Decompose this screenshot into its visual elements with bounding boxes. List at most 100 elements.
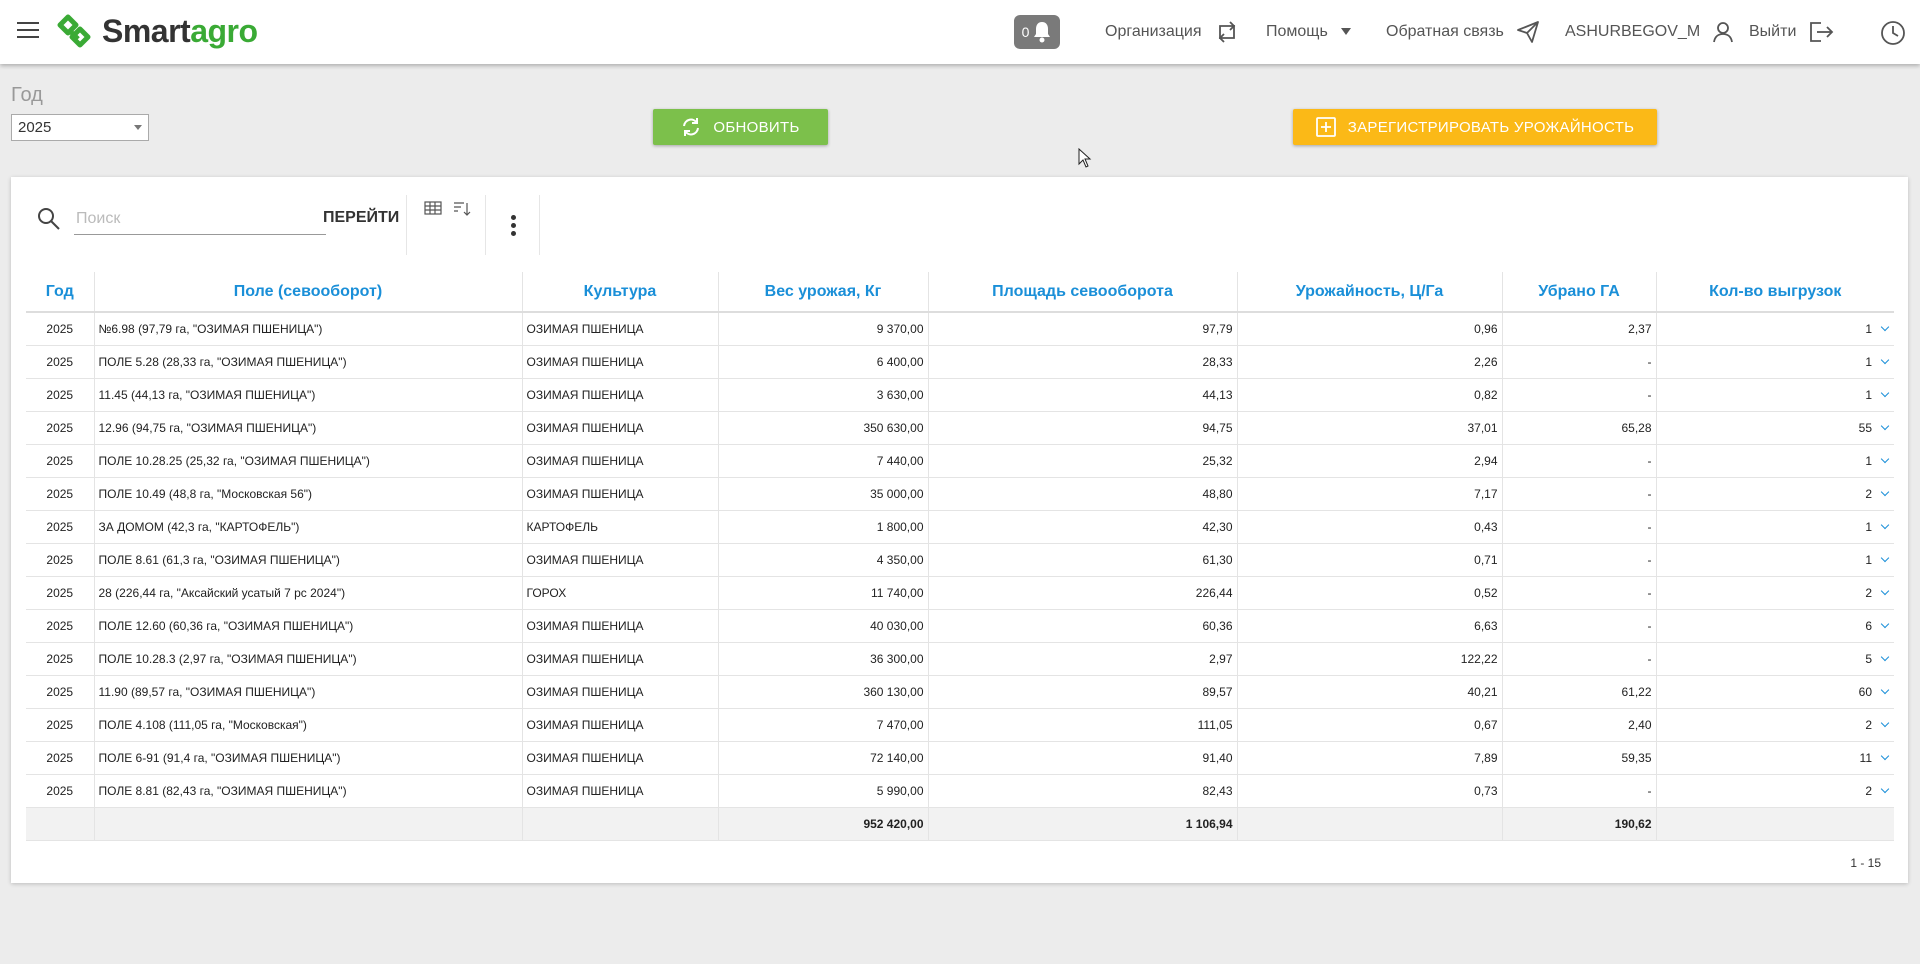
table-row[interactable]: 2025 ПОЛЕ 8.81 (82,43 га, "ОЗИМАЯ ПШЕНИЦА… [26,774,1894,808]
table-cell: 6 400,00 [718,345,929,379]
help-menu[interactable]: Помощь [1266,20,1352,44]
chevron-down-icon[interactable] [1880,751,1890,760]
table-row[interactable]: 2025 ПОЛЕ 10.49 (48,8 га, "Московская 56"… [26,477,1894,511]
refresh-icon [681,117,701,137]
search-input[interactable] [74,203,326,235]
menu-icon[interactable] [17,22,39,40]
column-header[interactable]: Кол-во выгрузок [1656,272,1894,313]
more-options-icon[interactable] [511,215,516,239]
chevron-down-icon[interactable] [1880,619,1890,628]
register-yield-button[interactable]: ЗАРЕГИСТРИРОВАТЬ УРОЖАЙНОСТЬ [1293,109,1657,145]
chevron-down-icon[interactable] [1880,718,1890,727]
column-header[interactable]: Урожайность, Ц/Га [1237,272,1503,313]
go-button[interactable]: ПЕРЕЙТИ [323,209,399,227]
unloads-count: 1 [1865,453,1872,468]
unloads-count: 2 [1865,585,1872,600]
table-cell: ПОЛЕ 5.28 (28,33 га, "ОЗИМАЯ ПШЕНИЦА") [94,345,523,379]
table-cell: ОЗИМАЯ ПШЕНИЦА [522,741,719,775]
table-cell: 0,73 [1237,774,1503,808]
chevron-down-icon[interactable] [1880,520,1890,529]
table-row[interactable]: 2025 ПОЛЕ 6-91 (91,4 га, "ОЗИМАЯ ПШЕНИЦА"… [26,741,1894,775]
user-profile[interactable]: ASHURBEGOV_M [1565,20,1734,44]
unloads-count: 6 [1865,618,1872,633]
column-header[interactable]: Поле (севооборот) [94,272,523,313]
table-cell: ПОЛЕ 10.49 (48,8 га, "Московская 56") [94,477,523,511]
unloads-count: 5 [1865,651,1872,666]
table-cell: ОЗИМАЯ ПШЕНИЦА [522,477,719,511]
chevron-down-icon[interactable] [1880,784,1890,793]
table-cell: 11 740,00 [718,576,929,610]
column-header[interactable]: Вес урожая, Кг [718,272,929,313]
table-row[interactable]: 2025 ПОЛЕ 4.108 (111,05 га, "Московская")… [26,708,1894,742]
logo[interactable]: Smartagro [56,11,258,51]
table-cell: ПОЛЕ 12.60 (60,36 га, "ОЗИМАЯ ПШЕНИЦА") [94,609,523,643]
history-clock-icon[interactable] [1880,20,1906,51]
table-row[interactable]: 2025 12.96 (94,75 га, "ОЗИМАЯ ПШЕНИЦА") ОЗ… [26,411,1894,445]
table-cell: ОЗИМАЯ ПШЕНИЦА [522,312,719,346]
chevron-down-icon[interactable] [1880,586,1890,595]
chevron-down-icon[interactable] [1880,652,1890,661]
chevron-down-icon[interactable] [1880,454,1890,463]
table-cell: 91,40 [928,741,1238,775]
column-header[interactable]: Площадь севооборота [928,272,1238,313]
notification-count: 0 [1021,24,1030,40]
chevron-down-icon[interactable] [1880,322,1890,331]
column-header[interactable]: Убрано ГА [1502,272,1657,313]
logout-link[interactable]: Выйти [1749,20,1834,44]
table-row[interactable]: 2025 ЗА ДОМОМ (42,3 га, "КАРТОФЕЛЬ") КАРТО… [26,510,1894,544]
table-row[interactable]: 2025 ПОЛЕ 10.28.3 (2,97 га, "ОЗИМАЯ ПШЕНИ… [26,642,1894,676]
table-row[interactable]: 2025 ПОЛЕ 10.28.25 (25,32 га, "ОЗИМАЯ ПШЕ… [26,444,1894,478]
totals-row: 952 420,00 1 106,94 190,62 [26,807,1894,841]
table-row[interactable]: 2025 11.45 (44,13 га, "ОЗИМАЯ ПШЕНИЦА") ОЗ… [26,378,1894,412]
table-row[interactable]: 2025 №6.98 (97,79 га, "ОЗИМАЯ ПШЕНИЦА") ОЗ… [26,312,1894,346]
sort-icon[interactable] [453,201,471,222]
chevron-down-icon[interactable] [1880,487,1890,496]
table-cell: 11.90 (89,57 га, "ОЗИМАЯ ПШЕНИЦА") [94,675,523,709]
table-row[interactable]: 2025 ПОЛЕ 8.61 (61,3 га, "ОЗИМАЯ ПШЕНИЦА"… [26,543,1894,577]
table-cell: 11 [1656,741,1894,775]
column-header[interactable]: Год [26,272,95,313]
table-cell: 226,44 [928,576,1238,610]
search-icon[interactable] [37,207,61,236]
chevron-down-icon[interactable] [1880,388,1890,397]
total-cell [94,807,523,841]
pagination-info: 1 - 15 [1850,856,1881,870]
table-row[interactable]: 2025 11.90 (89,57 га, "ОЗИМАЯ ПШЕНИЦА") ОЗ… [26,675,1894,709]
notifications-button[interactable]: 0 [1014,15,1060,49]
table-row[interactable]: 2025 ПОЛЕ 12.60 (60,36 га, "ОЗИМАЯ ПШЕНИЦ… [26,609,1894,643]
table-cell: 7,89 [1237,741,1503,775]
year-select[interactable]: 2025 [11,114,149,141]
organization-menu[interactable]: Организация [1105,20,1240,44]
table-cell: ПОЛЕ 10.28.3 (2,97 га, "ОЗИМАЯ ПШЕНИЦА") [94,642,523,676]
chevron-down-icon[interactable] [1880,553,1890,562]
table-cell: 0,96 [1237,312,1503,346]
year-value: 2025 [18,119,52,136]
table-cell: - [1502,642,1657,676]
table-cell: 350 630,00 [718,411,929,445]
table-cell: 1 [1656,543,1894,577]
table-view-icon[interactable] [424,201,442,220]
unloads-count: 1 [1865,387,1872,402]
feedback-label: Обратная связь [1386,23,1504,40]
table-cell: 2025 [26,345,95,379]
unloads-count: 1 [1865,552,1872,567]
table-row[interactable]: 2025 ПОЛЕ 5.28 (28,33 га, "ОЗИМАЯ ПШЕНИЦА… [26,345,1894,379]
table-header-row: Год Поле (севооборот) Культура Вес урожа… [26,272,1894,313]
table-cell: 2025 [26,708,95,742]
table-cell: ОЗИМАЯ ПШЕНИЦА [522,378,719,412]
mouse-cursor-icon [1078,147,1092,173]
feedback-link[interactable]: Обратная связь [1386,20,1540,44]
table-cell: 1 [1656,378,1894,412]
refresh-button[interactable]: ОБНОВИТЬ [653,109,828,145]
brand-part1: Smart [102,12,191,49]
chevron-down-icon[interactable] [1880,685,1890,694]
table-cell: 2 [1656,774,1894,808]
chevron-down-icon[interactable] [1880,355,1890,364]
toolbar-divider [485,195,486,255]
triangle-down-icon [1340,27,1352,37]
column-header[interactable]: Культура [522,272,719,313]
register-yield-label: ЗАРЕГИСТРИРОВАТЬ УРОЖАЙНОСТЬ [1347,118,1635,136]
table-cell: 89,57 [928,675,1238,709]
table-row[interactable]: 2025 28 (226,44 га, "Аксайский усатый 7 р… [26,576,1894,610]
chevron-down-icon[interactable] [1880,421,1890,430]
